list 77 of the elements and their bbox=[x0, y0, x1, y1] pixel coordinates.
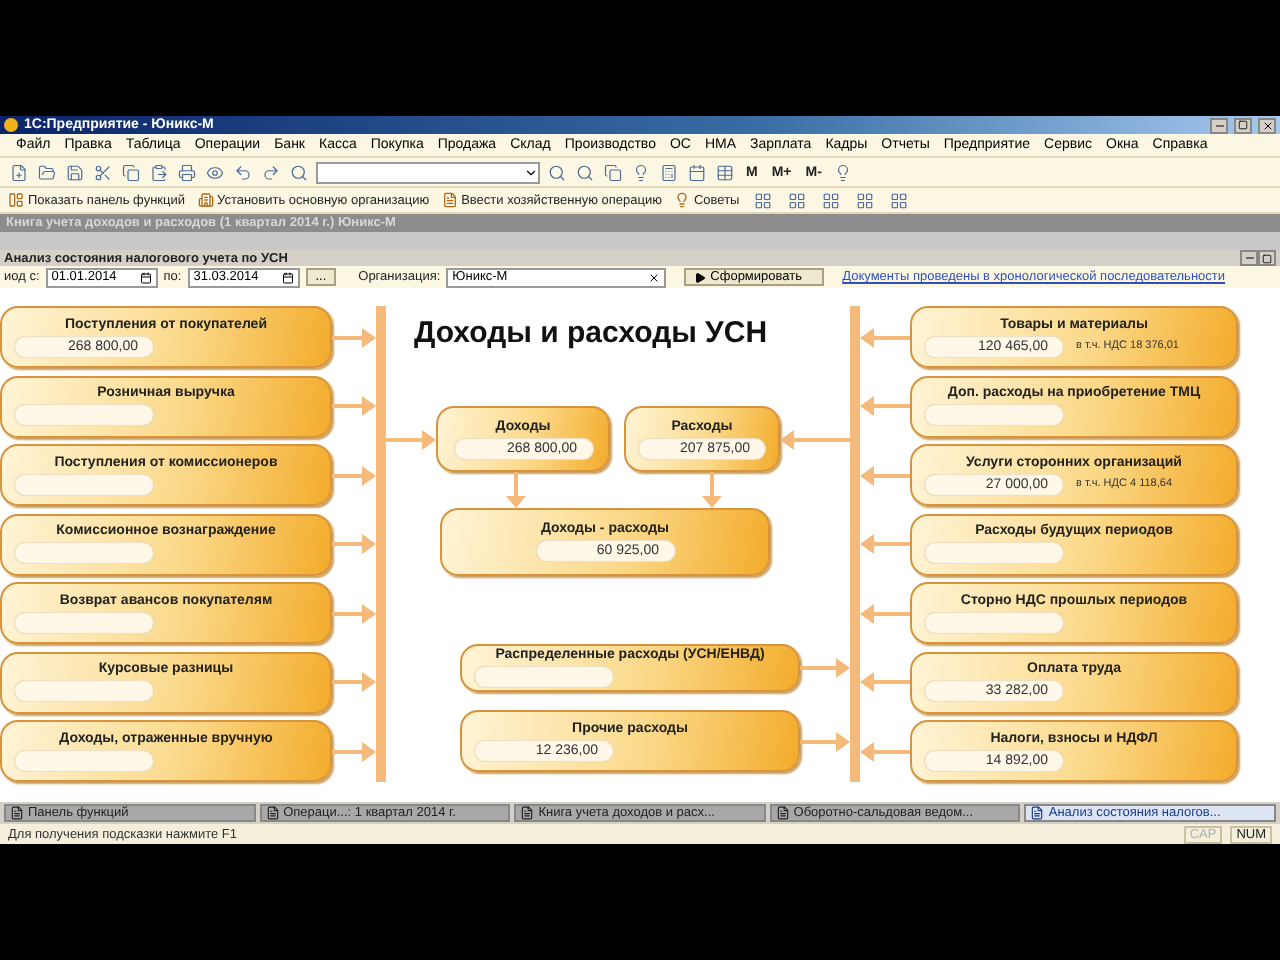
connector-arrow bbox=[332, 741, 376, 761]
table-icon[interactable] bbox=[714, 161, 736, 183]
copy-icon[interactable] bbox=[120, 161, 142, 183]
connector-arrow bbox=[332, 396, 376, 416]
value-field bbox=[924, 404, 1064, 426]
document-icon bbox=[520, 806, 535, 820]
minimize-icon bbox=[1243, 252, 1255, 264]
grid-icon[interactable] bbox=[887, 189, 910, 211]
value-field bbox=[14, 473, 154, 495]
close-button[interactable] bbox=[1258, 117, 1276, 133]
maximize-icon bbox=[1238, 120, 1248, 130]
connector-arrow bbox=[860, 465, 910, 485]
connector-arrow bbox=[800, 731, 850, 751]
maximize-button[interactable] bbox=[1258, 250, 1276, 266]
printer-icon[interactable] bbox=[176, 161, 198, 183]
document-icon bbox=[265, 806, 280, 820]
minimize-icon bbox=[1213, 119, 1225, 131]
clear-icon bbox=[648, 271, 661, 283]
calendar-icon bbox=[281, 271, 294, 283]
search-combo-field[interactable] bbox=[316, 161, 540, 183]
scissors-icon[interactable] bbox=[92, 161, 114, 183]
minimize-button[interactable] bbox=[1210, 117, 1228, 133]
redo-icon[interactable] bbox=[260, 161, 282, 183]
document-icon bbox=[775, 806, 790, 820]
find-icon[interactable] bbox=[546, 161, 568, 183]
panel-icon bbox=[8, 192, 24, 208]
connector-arrow bbox=[800, 658, 850, 678]
grid-icon[interactable] bbox=[819, 189, 842, 211]
play-icon bbox=[694, 271, 707, 283]
organization-icon bbox=[197, 192, 213, 208]
value-field bbox=[14, 404, 154, 426]
preview-icon[interactable] bbox=[204, 161, 226, 183]
save-icon[interactable] bbox=[64, 161, 86, 183]
minimize-button[interactable] bbox=[1240, 250, 1258, 266]
connector-arrow bbox=[386, 429, 436, 449]
tips-icon bbox=[673, 192, 690, 208]
connector-arrow bbox=[332, 465, 376, 485]
calendar-icon[interactable] bbox=[686, 161, 708, 183]
app-logo-icon bbox=[4, 118, 18, 132]
connector-arrow bbox=[332, 327, 376, 347]
paste-icon[interactable] bbox=[148, 161, 170, 183]
connector-arrow bbox=[860, 396, 910, 416]
grid-icon[interactable] bbox=[785, 189, 808, 211]
value-field bbox=[924, 611, 1064, 633]
connector-arrow bbox=[702, 472, 722, 508]
maximize-icon bbox=[1262, 253, 1272, 263]
connector-arrow bbox=[332, 603, 376, 623]
calculator-icon[interactable] bbox=[658, 161, 680, 183]
close-icon bbox=[1261, 119, 1273, 131]
connector-arrow bbox=[860, 603, 910, 623]
undo-icon[interactable] bbox=[232, 161, 254, 183]
connector-arrow bbox=[332, 672, 376, 692]
connector-arrow bbox=[860, 672, 910, 692]
folder-icon[interactable] bbox=[36, 161, 58, 183]
value-field bbox=[14, 680, 154, 702]
value-field bbox=[924, 542, 1064, 564]
connector-arrow bbox=[506, 472, 526, 508]
maximize-button[interactable] bbox=[1234, 117, 1252, 133]
value-field bbox=[474, 666, 614, 688]
dropdown-icon bbox=[524, 165, 538, 179]
document-icon bbox=[10, 806, 24, 820]
document-icon bbox=[1030, 806, 1045, 820]
diagram-title: Доходы и расходы УСН bbox=[414, 316, 770, 350]
connector-arrow bbox=[860, 741, 910, 761]
connector-arrow bbox=[332, 534, 376, 554]
value-field bbox=[14, 749, 154, 771]
search-icon[interactable] bbox=[288, 161, 310, 183]
connector-arrow bbox=[860, 534, 910, 554]
value-field bbox=[14, 611, 154, 633]
new-file-icon[interactable] bbox=[8, 161, 30, 183]
calendar-icon bbox=[139, 271, 152, 283]
value-field bbox=[14, 542, 154, 564]
connector-arrow bbox=[780, 429, 850, 449]
find-next-icon[interactable] bbox=[574, 161, 596, 183]
connector-arrow bbox=[860, 327, 910, 347]
grid-icon[interactable] bbox=[853, 189, 876, 211]
grid-icon[interactable] bbox=[751, 189, 774, 211]
